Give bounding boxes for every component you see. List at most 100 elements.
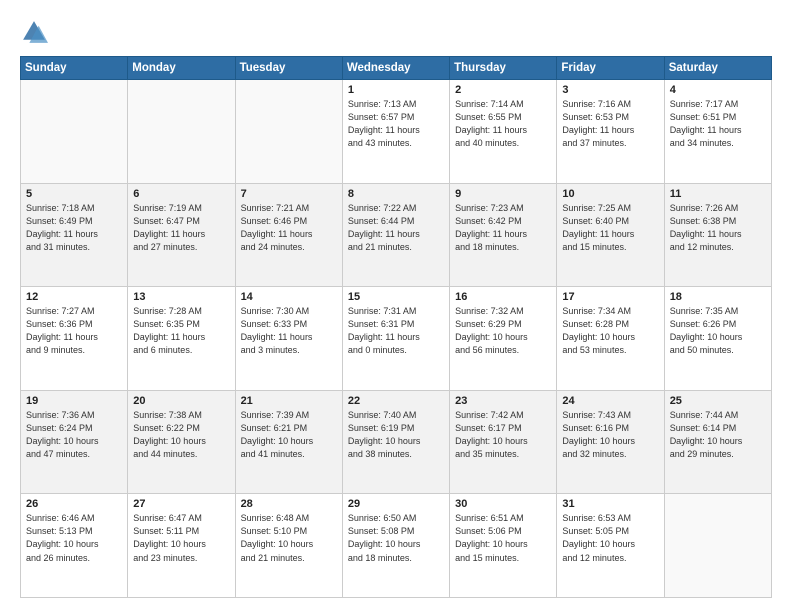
- calendar-cell: 23 Sunrise: 7:42 AM Sunset: 6:17 PM Dayli…: [450, 390, 557, 494]
- day-number: 11: [670, 188, 766, 200]
- calendar-cell: 27 Sunrise: 6:47 AM Sunset: 5:11 PM Dayli…: [128, 494, 235, 598]
- day-info: Sunrise: 7:39 AM Sunset: 6:21 PM Dayligh…: [241, 409, 337, 461]
- calendar-cell: 11 Sunrise: 7:26 AM Sunset: 6:38 PM Dayli…: [664, 183, 771, 287]
- header: [20, 18, 772, 46]
- day-number: 6: [133, 188, 229, 200]
- day-info: Sunrise: 7:31 AM Sunset: 6:31 PM Dayligh…: [348, 305, 444, 357]
- day-info: Sunrise: 6:47 AM Sunset: 5:11 PM Dayligh…: [133, 512, 229, 564]
- day-number: 24: [562, 395, 658, 407]
- day-info: Sunrise: 7:40 AM Sunset: 6:19 PM Dayligh…: [348, 409, 444, 461]
- weekday-header-row: SundayMondayTuesdayWednesdayThursdayFrid…: [21, 57, 772, 80]
- calendar-week-5: 26Sunrise: 6:46 AM Sunset: 5:13 PM Dayli…: [21, 494, 772, 598]
- calendar-cell: 5 Sunrise: 7:18 AM Sunset: 6:49 PM Daylig…: [21, 183, 128, 287]
- calendar-cell: 29 Sunrise: 6:50 AM Sunset: 5:08 PM Dayli…: [342, 494, 449, 598]
- logo: [20, 18, 52, 46]
- calendar-week-3: 12Sunrise: 7:27 AM Sunset: 6:36 PM Dayli…: [21, 287, 772, 391]
- day-info: Sunrise: 7:16 AM Sunset: 6:53 PM Dayligh…: [562, 98, 658, 150]
- day-number: 28: [241, 498, 337, 510]
- calendar-cell: 7 Sunrise: 7:21 AM Sunset: 6:46 PM Daylig…: [235, 183, 342, 287]
- weekday-header-wednesday: Wednesday: [342, 57, 449, 80]
- day-info: Sunrise: 7:35 AM Sunset: 6:26 PM Dayligh…: [670, 305, 766, 357]
- day-number: 25: [670, 395, 766, 407]
- day-info: Sunrise: 6:51 AM Sunset: 5:06 PM Dayligh…: [455, 512, 551, 564]
- day-number: 17: [562, 291, 658, 303]
- page: SundayMondayTuesdayWednesdayThursdayFrid…: [0, 0, 792, 612]
- day-number: 14: [241, 291, 337, 303]
- day-info: Sunrise: 7:32 AM Sunset: 6:29 PM Dayligh…: [455, 305, 551, 357]
- day-info: Sunrise: 7:34 AM Sunset: 6:28 PM Dayligh…: [562, 305, 658, 357]
- day-info: Sunrise: 7:26 AM Sunset: 6:38 PM Dayligh…: [670, 202, 766, 254]
- day-number: 20: [133, 395, 229, 407]
- day-info: Sunrise: 7:13 AM Sunset: 6:57 PM Dayligh…: [348, 98, 444, 150]
- calendar-cell: 26Sunrise: 6:46 AM Sunset: 5:13 PM Dayli…: [21, 494, 128, 598]
- day-number: 21: [241, 395, 337, 407]
- day-info: Sunrise: 7:21 AM Sunset: 6:46 PM Dayligh…: [241, 202, 337, 254]
- day-info: Sunrise: 7:19 AM Sunset: 6:47 PM Dayligh…: [133, 202, 229, 254]
- day-number: 22: [348, 395, 444, 407]
- weekday-header-thursday: Thursday: [450, 57, 557, 80]
- day-info: Sunrise: 6:48 AM Sunset: 5:10 PM Dayligh…: [241, 512, 337, 564]
- day-number: 3: [562, 84, 658, 96]
- day-number: 9: [455, 188, 551, 200]
- day-info: Sunrise: 7:23 AM Sunset: 6:42 PM Dayligh…: [455, 202, 551, 254]
- calendar-cell: 20 Sunrise: 7:38 AM Sunset: 6:22 PM Dayli…: [128, 390, 235, 494]
- day-number: 30: [455, 498, 551, 510]
- calendar-cell: 9 Sunrise: 7:23 AM Sunset: 6:42 PM Daylig…: [450, 183, 557, 287]
- calendar-week-4: 19Sunrise: 7:36 AM Sunset: 6:24 PM Dayli…: [21, 390, 772, 494]
- day-info: Sunrise: 6:50 AM Sunset: 5:08 PM Dayligh…: [348, 512, 444, 564]
- calendar-cell: 3 Sunrise: 7:16 AM Sunset: 6:53 PM Daylig…: [557, 80, 664, 184]
- weekday-header-sunday: Sunday: [21, 57, 128, 80]
- calendar-cell: 21 Sunrise: 7:39 AM Sunset: 6:21 PM Dayli…: [235, 390, 342, 494]
- day-info: Sunrise: 7:38 AM Sunset: 6:22 PM Dayligh…: [133, 409, 229, 461]
- calendar-cell: 8 Sunrise: 7:22 AM Sunset: 6:44 PM Daylig…: [342, 183, 449, 287]
- calendar-cell: 10Sunrise: 7:25 AM Sunset: 6:40 PM Dayli…: [557, 183, 664, 287]
- calendar-cell: 6 Sunrise: 7:19 AM Sunset: 6:47 PM Daylig…: [128, 183, 235, 287]
- calendar-cell: [21, 80, 128, 184]
- day-number: 18: [670, 291, 766, 303]
- day-info: Sunrise: 7:44 AM Sunset: 6:14 PM Dayligh…: [670, 409, 766, 461]
- day-number: 29: [348, 498, 444, 510]
- day-number: 8: [348, 188, 444, 200]
- day-info: Sunrise: 7:18 AM Sunset: 6:49 PM Dayligh…: [26, 202, 122, 254]
- calendar-cell: 28 Sunrise: 6:48 AM Sunset: 5:10 PM Dayli…: [235, 494, 342, 598]
- logo-icon: [20, 18, 48, 46]
- day-info: Sunrise: 7:43 AM Sunset: 6:16 PM Dayligh…: [562, 409, 658, 461]
- day-info: Sunrise: 7:42 AM Sunset: 6:17 PM Dayligh…: [455, 409, 551, 461]
- calendar-cell: 14Sunrise: 7:30 AM Sunset: 6:33 PM Dayli…: [235, 287, 342, 391]
- weekday-header-friday: Friday: [557, 57, 664, 80]
- calendar-week-2: 5 Sunrise: 7:18 AM Sunset: 6:49 PM Daylig…: [21, 183, 772, 287]
- day-info: Sunrise: 7:14 AM Sunset: 6:55 PM Dayligh…: [455, 98, 551, 150]
- calendar-cell: 1 Sunrise: 7:13 AM Sunset: 6:57 PM Daylig…: [342, 80, 449, 184]
- calendar-cell: 17 Sunrise: 7:34 AM Sunset: 6:28 PM Dayli…: [557, 287, 664, 391]
- calendar-cell: 12Sunrise: 7:27 AM Sunset: 6:36 PM Dayli…: [21, 287, 128, 391]
- day-number: 15: [348, 291, 444, 303]
- day-info: Sunrise: 7:25 AM Sunset: 6:40 PM Dayligh…: [562, 202, 658, 254]
- day-info: Sunrise: 6:53 AM Sunset: 5:05 PM Dayligh…: [562, 512, 658, 564]
- calendar-cell: 19Sunrise: 7:36 AM Sunset: 6:24 PM Dayli…: [21, 390, 128, 494]
- day-info: Sunrise: 7:27 AM Sunset: 6:36 PM Dayligh…: [26, 305, 122, 357]
- day-number: 26: [26, 498, 122, 510]
- weekday-header-tuesday: Tuesday: [235, 57, 342, 80]
- calendar-cell: 13Sunrise: 7:28 AM Sunset: 6:35 PM Dayli…: [128, 287, 235, 391]
- calendar-cell: [235, 80, 342, 184]
- day-info: Sunrise: 7:22 AM Sunset: 6:44 PM Dayligh…: [348, 202, 444, 254]
- calendar-cell: [664, 494, 771, 598]
- day-number: 23: [455, 395, 551, 407]
- day-number: 7: [241, 188, 337, 200]
- weekday-header-saturday: Saturday: [664, 57, 771, 80]
- calendar-cell: 22 Sunrise: 7:40 AM Sunset: 6:19 PM Dayli…: [342, 390, 449, 494]
- calendar-cell: 31 Sunrise: 6:53 AM Sunset: 5:05 PM Dayli…: [557, 494, 664, 598]
- day-number: 5: [26, 188, 122, 200]
- day-number: 1: [348, 84, 444, 96]
- calendar-cell: 25 Sunrise: 7:44 AM Sunset: 6:14 PM Dayli…: [664, 390, 771, 494]
- calendar-cell: 30 Sunrise: 6:51 AM Sunset: 5:06 PM Dayli…: [450, 494, 557, 598]
- day-number: 2: [455, 84, 551, 96]
- calendar-cell: 16Sunrise: 7:32 AM Sunset: 6:29 PM Dayli…: [450, 287, 557, 391]
- weekday-header-monday: Monday: [128, 57, 235, 80]
- day-number: 31: [562, 498, 658, 510]
- day-info: Sunrise: 7:17 AM Sunset: 6:51 PM Dayligh…: [670, 98, 766, 150]
- day-number: 19: [26, 395, 122, 407]
- calendar-cell: 24 Sunrise: 7:43 AM Sunset: 6:16 PM Dayli…: [557, 390, 664, 494]
- calendar-cell: [128, 80, 235, 184]
- day-number: 27: [133, 498, 229, 510]
